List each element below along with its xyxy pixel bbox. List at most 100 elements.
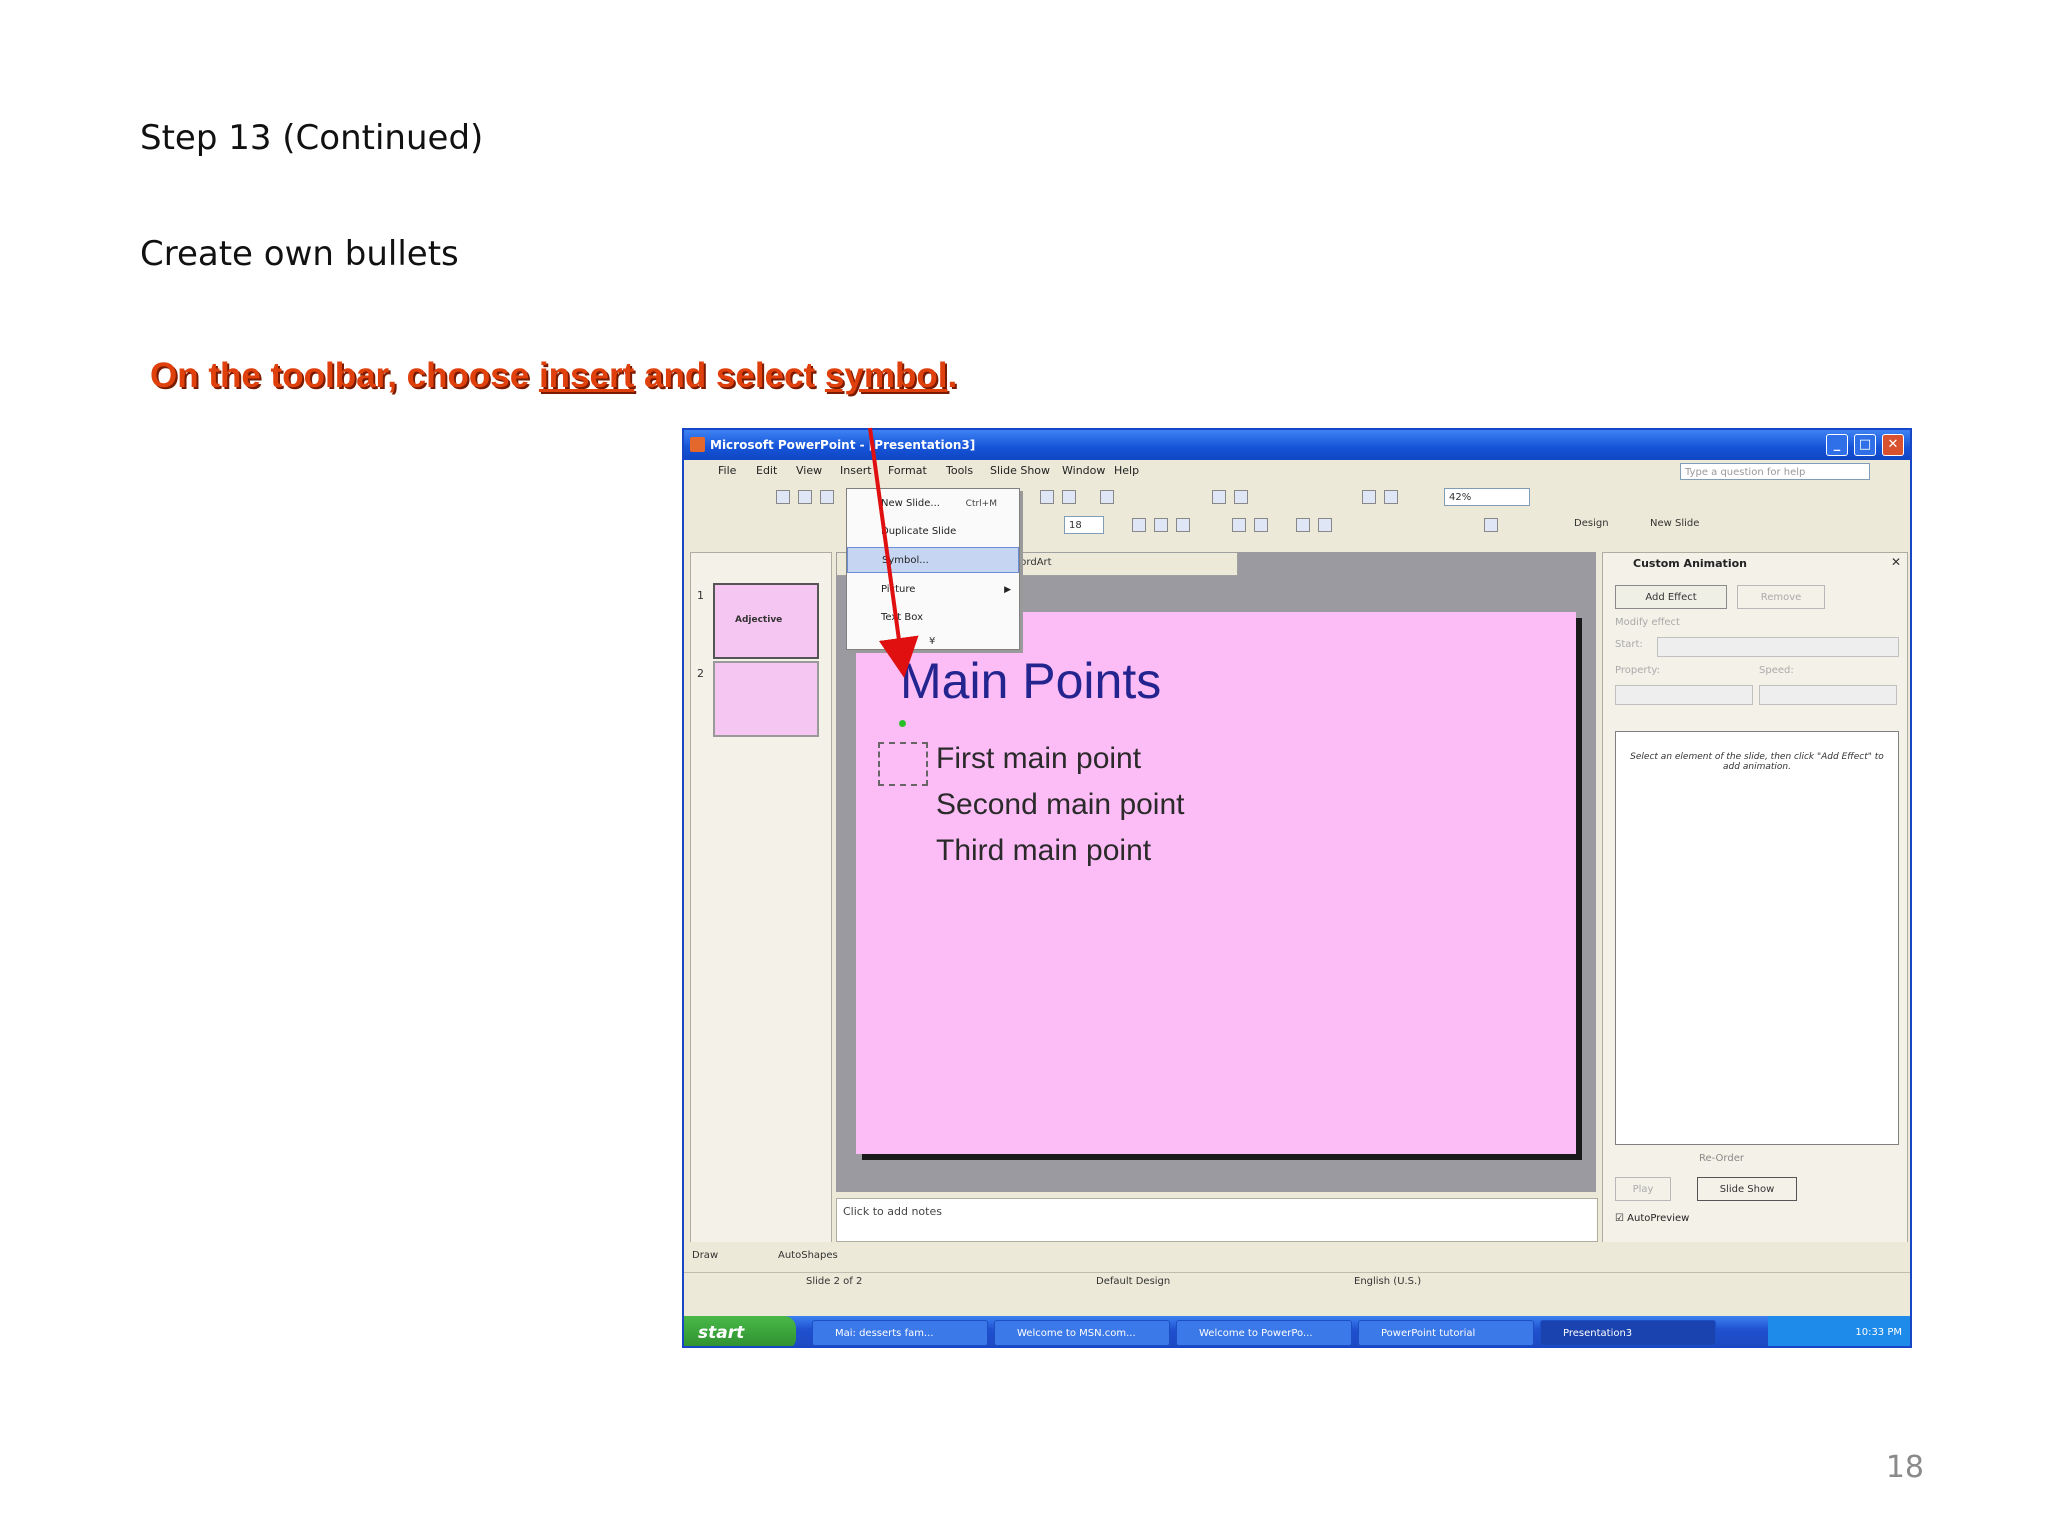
menu-item-text-box[interactable]: Text Box bbox=[847, 605, 1019, 631]
slide-thumbnail-2[interactable] bbox=[713, 661, 819, 737]
autopreview-checkbox[interactable]: ☑ AutoPreview bbox=[1615, 1213, 1689, 1224]
bullet-item[interactable]: Third main point bbox=[936, 834, 1151, 868]
align-center-icon[interactable] bbox=[1254, 518, 1268, 532]
window-titlebar: Microsoft PowerPoint - [Presentation3] _… bbox=[684, 430, 1910, 460]
system-tray: 10:33 PM bbox=[1768, 1316, 1910, 1346]
menu-tools[interactable]: Tools bbox=[946, 464, 973, 477]
instruction-part2: and select bbox=[634, 356, 825, 395]
underline-icon[interactable] bbox=[1176, 518, 1190, 532]
taskbar-item-active[interactable]: Presentation3 bbox=[1540, 1320, 1716, 1346]
help-search-input[interactable]: Type a question for help bbox=[1680, 463, 1870, 480]
maximize-icon[interactable]: □ bbox=[1854, 434, 1876, 456]
remove-button[interactable]: Remove bbox=[1737, 585, 1825, 609]
step-subheading: Create own bullets bbox=[140, 234, 459, 274]
instruction-part3: . bbox=[947, 356, 958, 395]
format-painter-icon[interactable] bbox=[1062, 490, 1076, 504]
chart-icon[interactable] bbox=[1212, 490, 1226, 504]
align-left-icon[interactable] bbox=[1232, 518, 1246, 532]
menu-item-label: Duplicate Slide bbox=[881, 526, 957, 537]
close-icon[interactable]: ✕ bbox=[1891, 555, 1901, 569]
thumb-number: 1 bbox=[697, 589, 704, 602]
numbering-icon[interactable] bbox=[1296, 518, 1310, 532]
bold-icon[interactable] bbox=[1132, 518, 1146, 532]
menu-item-symbol[interactable]: Symbol... bbox=[847, 547, 1019, 573]
speed-label: Speed: bbox=[1759, 665, 1794, 676]
drawing-toolbar: Draw AutoShapes bbox=[684, 1242, 1910, 1272]
menu-format[interactable]: Format bbox=[888, 464, 927, 477]
clock: 10:33 PM bbox=[1855, 1327, 1902, 1338]
menu-item-label: Text Box bbox=[881, 612, 923, 623]
menu-bar: File Edit View Insert Format Tools Slide… bbox=[684, 460, 1910, 484]
taskbar-item[interactable]: Welcome to PowerPo... bbox=[1176, 1320, 1352, 1346]
paste-icon[interactable] bbox=[1040, 490, 1054, 504]
slide-thumbnail-1[interactable]: Adjective bbox=[713, 583, 819, 659]
taskbar-item[interactable]: Welcome to MSN.com... bbox=[994, 1320, 1170, 1346]
open-icon[interactable] bbox=[798, 490, 812, 504]
new-icon[interactable] bbox=[776, 490, 790, 504]
start-button[interactable]: start bbox=[684, 1316, 796, 1346]
slide-show-button[interactable]: Slide Show bbox=[1697, 1177, 1797, 1201]
bullets-icon[interactable] bbox=[1318, 518, 1332, 532]
insert-menu-dropdown: New Slide... Ctrl+M Duplicate Slide Symbo… bbox=[846, 488, 1020, 650]
menu-item-shortcut: Ctrl+M bbox=[965, 499, 997, 509]
start-select[interactable] bbox=[1657, 637, 1899, 657]
slides-pane: 1 Adjective 2 bbox=[690, 552, 832, 1244]
modify-effect-label: Modify effect bbox=[1615, 617, 1680, 628]
bullet-item[interactable]: Second main point bbox=[936, 788, 1185, 822]
design-button[interactable]: Design bbox=[1574, 518, 1609, 529]
effects-hint: Select an element of the slide, then cli… bbox=[1630, 752, 1884, 772]
windows-taskbar: start Mai: desserts fam... Welcome to MS… bbox=[684, 1316, 1910, 1346]
menu-help[interactable]: Help bbox=[1114, 464, 1139, 477]
close-icon[interactable]: ✕ bbox=[1882, 434, 1904, 456]
minimize-icon[interactable]: _ bbox=[1826, 434, 1848, 456]
speed-select[interactable] bbox=[1759, 685, 1897, 705]
submenu-arrow-icon: ▶ bbox=[1004, 585, 1011, 595]
bullet-item[interactable]: First main point bbox=[936, 742, 1141, 776]
slide-title[interactable]: Main Points bbox=[900, 652, 1161, 710]
menu-insert[interactable]: Insert bbox=[840, 464, 872, 477]
rotate-handle[interactable] bbox=[899, 720, 906, 727]
menu-window[interactable]: Window bbox=[1062, 464, 1105, 477]
expand-menu-icon[interactable]: ¥ bbox=[929, 636, 935, 647]
thumb-number: 2 bbox=[697, 667, 704, 680]
status-bar: Slide 2 of 2 Default Design English (U.S… bbox=[684, 1272, 1910, 1293]
effects-list[interactable]: Select an element of the slide, then cli… bbox=[1615, 731, 1899, 1145]
step-heading: Step 13 (Continued) bbox=[140, 118, 484, 158]
menu-slide-show[interactable]: Slide Show bbox=[990, 464, 1050, 477]
instruction-insert: insert bbox=[538, 356, 635, 395]
undo-icon[interactable] bbox=[1100, 490, 1114, 504]
menu-edit[interactable]: Edit bbox=[756, 464, 777, 477]
thumb-title: Adjective bbox=[735, 615, 783, 625]
powerpoint-screenshot: Microsoft PowerPoint - [Presentation3] _… bbox=[682, 428, 1912, 1348]
italic-icon[interactable] bbox=[1154, 518, 1168, 532]
bullet-placeholder[interactable] bbox=[878, 742, 928, 786]
zoom-select[interactable]: 42% bbox=[1444, 488, 1530, 506]
play-button[interactable]: Play bbox=[1615, 1177, 1671, 1201]
window-title: Microsoft PowerPoint - [Presentation3] bbox=[710, 438, 976, 452]
menu-item-picture[interactable]: Picture ▶ bbox=[847, 577, 1019, 603]
new-slide-button[interactable]: New Slide bbox=[1650, 518, 1699, 529]
taskbar-item[interactable]: PowerPoint tutorial bbox=[1358, 1320, 1534, 1346]
color-icon[interactable] bbox=[1384, 490, 1398, 504]
draw-menu[interactable]: Draw bbox=[692, 1250, 718, 1261]
grid-icon[interactable] bbox=[1362, 490, 1376, 504]
font-size-select[interactable]: 18 bbox=[1064, 516, 1104, 534]
notes-placeholder: Click to add notes bbox=[843, 1205, 942, 1218]
notes-pane[interactable]: Click to add notes bbox=[836, 1198, 1598, 1242]
taskbar-item[interactable]: Mai: desserts fam... bbox=[812, 1320, 988, 1346]
menu-item-new-slide[interactable]: New Slide... Ctrl+M bbox=[847, 491, 1019, 517]
slide-canvas[interactable]: Main Points First main point Second main… bbox=[856, 612, 1576, 1154]
property-select[interactable] bbox=[1615, 685, 1753, 705]
add-effect-button[interactable]: Add Effect bbox=[1615, 585, 1727, 609]
save-icon[interactable] bbox=[820, 490, 834, 504]
start-label: Start: bbox=[1615, 639, 1643, 650]
status-language: English (U.S.) bbox=[1354, 1276, 1422, 1287]
menu-view[interactable]: View bbox=[796, 464, 822, 477]
instruction-text: On the toolbar, choose insert and select… bbox=[150, 356, 957, 396]
autoshapes-menu[interactable]: AutoShapes bbox=[778, 1250, 838, 1261]
menu-item-duplicate-slide[interactable]: Duplicate Slide bbox=[847, 519, 1019, 545]
property-label: Property: bbox=[1615, 665, 1660, 676]
table-icon[interactable] bbox=[1234, 490, 1248, 504]
menu-file[interactable]: File bbox=[718, 464, 736, 477]
font-color-icon[interactable] bbox=[1484, 518, 1498, 532]
